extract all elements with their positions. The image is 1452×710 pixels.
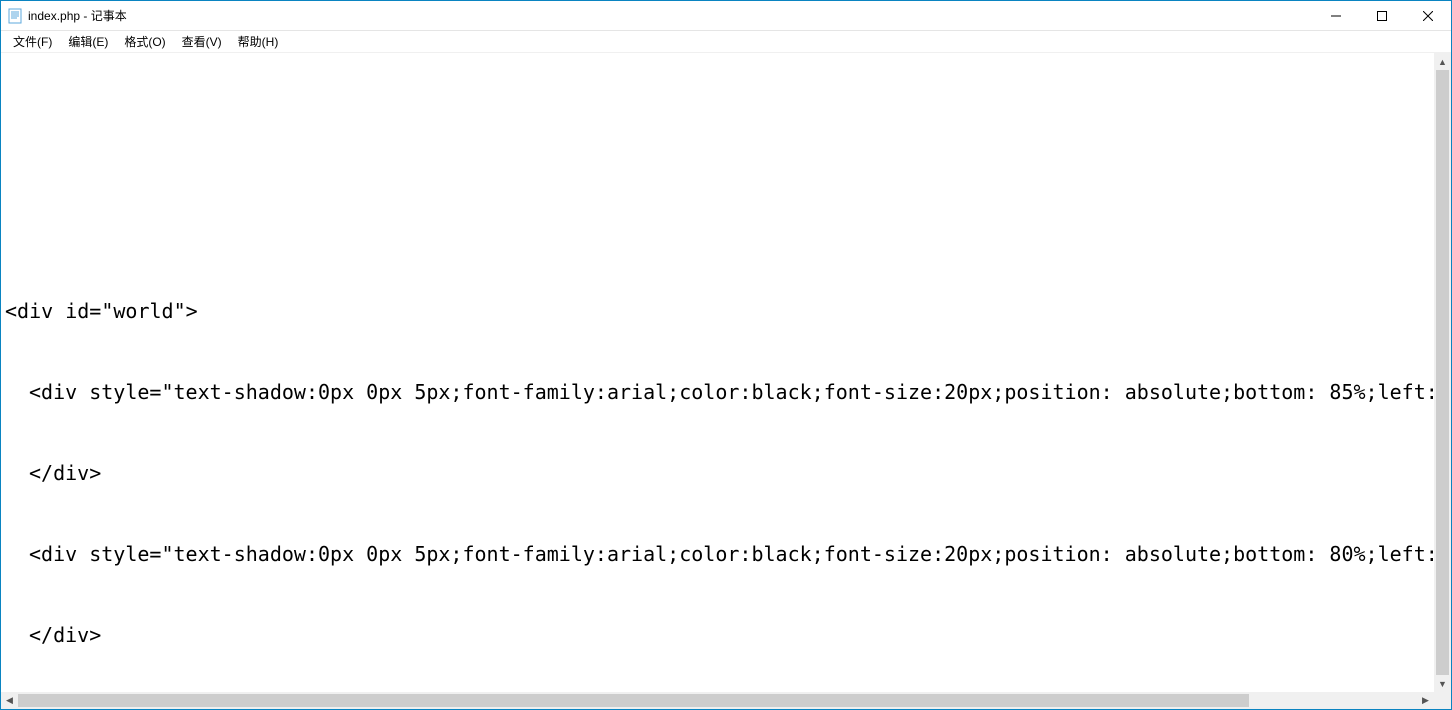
menu-help[interactable]: 帮助(H) (230, 31, 287, 52)
scroll-right-icon[interactable]: ▶ (1417, 692, 1434, 709)
scroll-up-icon[interactable]: ▲ (1434, 53, 1451, 70)
window-controls (1313, 1, 1451, 30)
titlebar[interactable]: index.php - 记事本 (1, 1, 1451, 31)
scroll-track[interactable] (1434, 70, 1451, 675)
horizontal-scrollbar[interactable]: ◀ ▶ (1, 692, 1434, 709)
scroll-thumb[interactable] (18, 694, 1249, 707)
scroll-down-icon[interactable]: ▼ (1434, 675, 1451, 692)
menu-view[interactable]: 查看(V) (174, 31, 230, 52)
code-line: </div> (5, 622, 1430, 649)
code-line: <div id="world"> (5, 298, 1430, 325)
notepad-icon (7, 8, 23, 24)
scrollbar-corner (1434, 692, 1451, 709)
text-editor[interactable]: <div id="world"> <div style="text-shadow… (1, 53, 1434, 692)
menu-edit[interactable]: 编辑(E) (60, 31, 116, 52)
scroll-thumb[interactable] (1436, 70, 1449, 675)
vertical-scrollbar[interactable]: ▲ ▼ (1434, 53, 1451, 692)
close-button[interactable] (1405, 1, 1451, 30)
maximize-button[interactable] (1359, 1, 1405, 30)
editor-area: <div id="world"> <div style="text-shadow… (1, 53, 1451, 709)
code-line: <div style="text-shadow:0px 0px 5px;font… (5, 379, 1430, 406)
window-title: index.php - 记事本 (28, 7, 1313, 24)
notepad-window: index.php - 记事本 文件(F) 编辑(E) 格式(O) 查看(V) … (0, 0, 1452, 710)
scroll-left-icon[interactable]: ◀ (1, 692, 18, 709)
menu-file[interactable]: 文件(F) (5, 31, 60, 52)
blank-space (5, 109, 1430, 244)
scroll-track[interactable] (18, 692, 1417, 709)
code-line: </div> (5, 460, 1430, 487)
minimize-button[interactable] (1313, 1, 1359, 30)
code-line: <div style="text-shadow:0px 0px 5px;font… (5, 541, 1430, 568)
menu-format[interactable]: 格式(O) (116, 31, 173, 52)
menubar: 文件(F) 编辑(E) 格式(O) 查看(V) 帮助(H) (1, 31, 1451, 53)
